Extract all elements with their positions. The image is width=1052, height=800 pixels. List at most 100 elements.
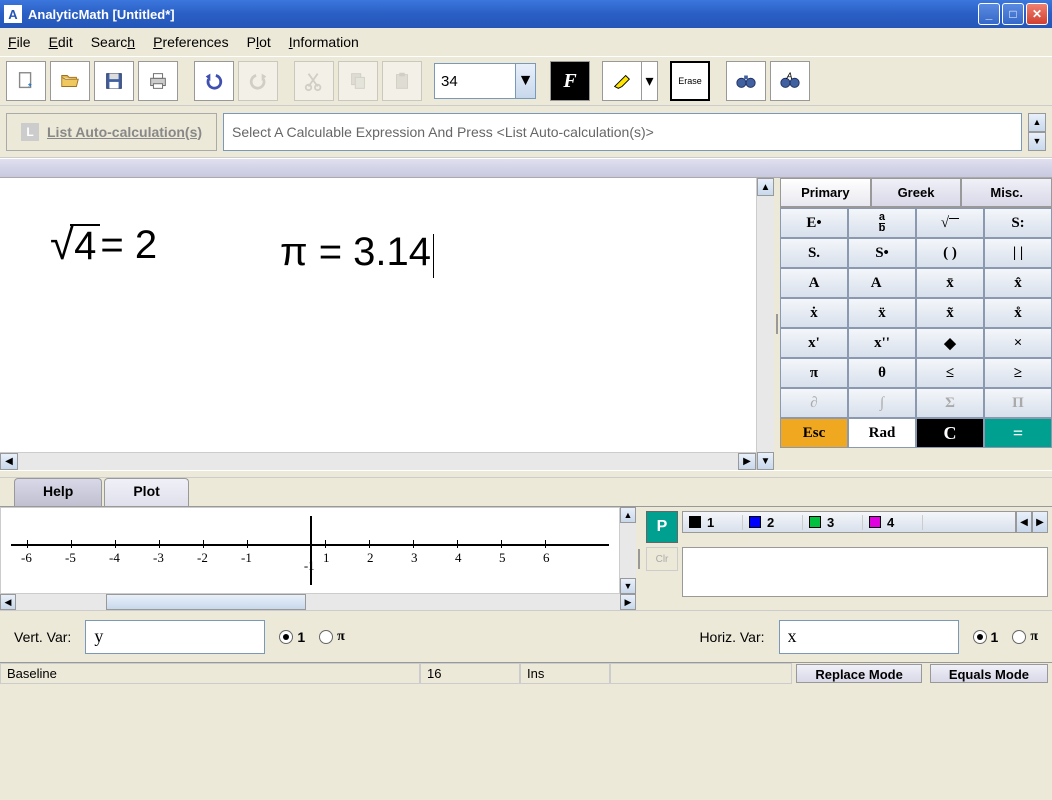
scroll-left-button[interactable]: ◀ — [0, 453, 18, 470]
palette-btn-5-3[interactable]: ≥ — [984, 358, 1052, 388]
palette-btn-1-3[interactable]: | | — [984, 238, 1052, 268]
palette-btn-4-0[interactable]: x' — [780, 328, 848, 358]
save-button[interactable] — [94, 61, 134, 101]
palette-btn-0-2[interactable]: √ — [916, 208, 984, 238]
palette-btn-5-1[interactable]: θ — [848, 358, 916, 388]
find-button[interactable] — [726, 61, 766, 101]
palette-btn-5-0[interactable]: π — [780, 358, 848, 388]
series-item-3[interactable]: 3 — [803, 515, 863, 530]
redo-button — [238, 61, 278, 101]
vert-scale-pi-radio[interactable] — [319, 630, 333, 644]
series-item-4[interactable]: 4 — [863, 515, 923, 530]
erase-button[interactable]: Erase — [670, 61, 710, 101]
palette-btn-4-1[interactable]: x'' — [848, 328, 916, 358]
series-nav-left[interactable]: ◀ — [1016, 511, 1032, 533]
plot-hscroll: ◀ ▶ — [0, 594, 636, 610]
scroll-up-button[interactable]: ▲ — [1028, 113, 1046, 132]
close-button[interactable]: ✕ — [1026, 3, 1048, 25]
print-button[interactable] — [138, 61, 178, 101]
palette-btn-3-2[interactable]: x̃ — [916, 298, 984, 328]
palette-eq-button[interactable]: = — [984, 418, 1052, 448]
scroll-down-button[interactable]: ▼ — [757, 452, 774, 470]
series-swatch-1 — [689, 516, 701, 528]
plot-scroll-up[interactable]: ▲ — [620, 507, 636, 523]
vert-scale-1-radio[interactable] — [279, 630, 293, 644]
palette-btn-2-3[interactable]: x̂ — [984, 268, 1052, 298]
palette-btn-4-3[interactable]: × — [984, 328, 1052, 358]
plot-canvas[interactable]: -6-5-4-3-2-1123456 -1 — [0, 507, 620, 594]
plot-right: P 1234 ◀ ▶ Clr — [642, 507, 1052, 610]
series-expression-area[interactable] — [682, 547, 1048, 597]
hscroll-track[interactable] — [18, 453, 738, 470]
horiz-scale-1-radio[interactable] — [973, 630, 987, 644]
series-swatch-3 — [809, 516, 821, 528]
find-text-button[interactable]: A — [770, 61, 810, 101]
palette-btn-0-1[interactable]: ab — [848, 208, 916, 238]
menu-edit[interactable]: Edit — [49, 34, 73, 50]
highlight-button[interactable] — [602, 61, 642, 101]
tick-x-pos-5: 5 — [499, 550, 506, 566]
scissors-icon — [303, 70, 325, 92]
minimize-button[interactable]: _ — [978, 3, 1000, 25]
palette-c-button[interactable]: C — [916, 418, 984, 448]
palette-btn-4-2[interactable]: ◆ — [916, 328, 984, 358]
scroll-up-button[interactable]: ▲ — [757, 178, 774, 196]
palette-tab-primary[interactable]: Primary — [780, 178, 871, 207]
vscroll-track[interactable] — [757, 196, 774, 452]
maximize-button[interactable]: □ — [1002, 3, 1024, 25]
font-style-button[interactable]: F — [550, 61, 590, 101]
palette-btn-1-2[interactable]: ( ) — [916, 238, 984, 268]
palette-btn-1-1[interactable]: S• — [848, 238, 916, 268]
palette-btn-3-3[interactable]: x̊ — [984, 298, 1052, 328]
palette-btn-0-3[interactable]: S: — [984, 208, 1052, 238]
palette-btn-2-2[interactable]: x̄ — [916, 268, 984, 298]
horiz-scale-pi-radio[interactable] — [1012, 630, 1026, 644]
menu-information[interactable]: Information — [289, 34, 359, 50]
menu-search[interactable]: Search — [91, 34, 135, 50]
plot-scroll-down[interactable]: ▼ — [620, 578, 636, 594]
menu-plot[interactable]: Plot — [247, 34, 271, 50]
plot-hthumb[interactable] — [106, 594, 306, 610]
palette-btn-2-1[interactable]: A⃗ — [848, 268, 916, 298]
new-button[interactable]: * — [6, 61, 46, 101]
plot-scroll-left[interactable]: ◀ — [0, 594, 16, 610]
equals-mode-button[interactable]: Equals Mode — [930, 664, 1048, 683]
series-item-1[interactable]: 1 — [683, 515, 743, 530]
series-nav-right[interactable]: ▶ — [1032, 511, 1048, 533]
plot-scroll-right[interactable]: ▶ — [620, 594, 636, 610]
scroll-down-button[interactable]: ▼ — [1028, 132, 1046, 151]
horiz-var-input[interactable] — [779, 620, 959, 654]
plot-vtrack[interactable] — [620, 523, 636, 578]
plot-htrack[interactable] — [16, 594, 620, 610]
menu-preferences[interactable]: Preferences — [153, 34, 229, 50]
plot-p-button[interactable]: P — [646, 511, 678, 543]
series-swatch-2 — [749, 516, 761, 528]
vert-var-input[interactable] — [85, 620, 265, 654]
replace-mode-button[interactable]: Replace Mode — [796, 664, 921, 683]
undo-button[interactable] — [194, 61, 234, 101]
editor[interactable]: √4 = 2 π = 3.14 — [0, 178, 756, 452]
clear-plot-button[interactable]: Clr — [646, 547, 678, 571]
list-autocalc-button[interactable]: L List Auto-calculation(s) — [6, 113, 217, 151]
tab-plot[interactable]: Plot — [104, 478, 188, 506]
menu-file[interactable]: File — [8, 34, 31, 50]
font-size-input[interactable] — [434, 63, 516, 99]
highlight-dropdown[interactable]: ▾ — [642, 61, 658, 101]
palette-btn-1-0[interactable]: S. — [780, 238, 848, 268]
palette-btn-2-0[interactable]: A — [780, 268, 848, 298]
plot-vscroll: ▲ ▼ — [620, 507, 636, 594]
series-item-2[interactable]: 2 — [743, 515, 803, 530]
font-size-dropdown[interactable]: ▼ — [516, 63, 536, 99]
palette-btn-0-0[interactable]: E• — [780, 208, 848, 238]
tab-help[interactable]: Help — [14, 478, 102, 506]
palette-btn-3-1[interactable]: ẍ — [848, 298, 916, 328]
palette-rad-button[interactable]: Rad — [848, 418, 916, 448]
open-button[interactable] — [50, 61, 90, 101]
palette-tab-misc[interactable]: Misc. — [961, 178, 1052, 207]
palette-btn-3-0[interactable]: ẋ — [780, 298, 848, 328]
palette-esc-button[interactable]: Esc — [780, 418, 848, 448]
scroll-right-button[interactable]: ▶ — [738, 453, 756, 470]
palette-tab-greek[interactable]: Greek — [871, 178, 962, 207]
horizontal-splitter[interactable] — [0, 470, 1052, 478]
palette-btn-5-2[interactable]: ≤ — [916, 358, 984, 388]
